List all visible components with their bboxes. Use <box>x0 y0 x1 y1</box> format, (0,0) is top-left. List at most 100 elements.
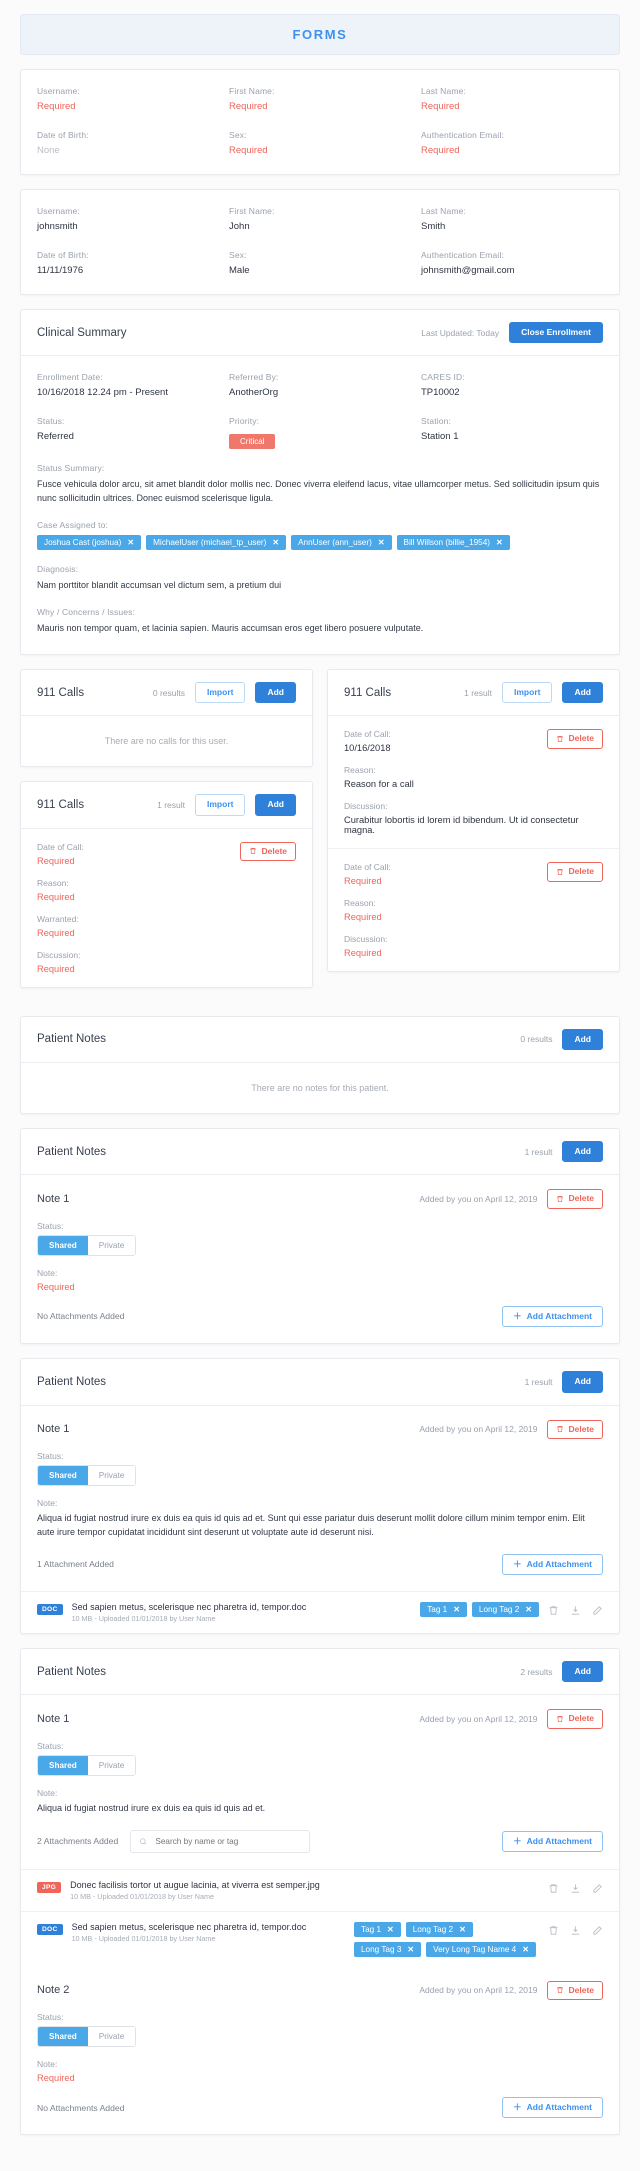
tag-chip[interactable]: Long Tag 3 ✕ <box>354 1941 422 1957</box>
status-private-option[interactable]: Private <box>87 1755 136 1775</box>
call-reason-block: Reason: Required <box>344 898 603 922</box>
add-attachment-label: Add Attachment <box>526 1835 592 1846</box>
assignee-chip[interactable]: Bill Willson (billie_1954) ✕ <box>396 535 510 551</box>
download-icon[interactable] <box>570 1883 581 1894</box>
attachment-tags: Tag 1 ✕ Long Tag 2 ✕ Long Tag 3 ✕ Very Long… <box>354 1921 539 1957</box>
close-icon[interactable]: ✕ <box>522 1945 529 1954</box>
note-item: Note 1 Added by you on April 12, 2019 De… <box>21 1406 619 1592</box>
field-label: Note: <box>37 1787 58 1798</box>
add-button[interactable]: Add <box>562 682 603 704</box>
field-value: Referred <box>37 431 74 443</box>
status-toggle[interactable]: Shared Private <box>37 1464 137 1486</box>
assignee-chip[interactable]: Joshua Cast (joshua) ✕ <box>37 535 142 551</box>
close-icon[interactable]: ✕ <box>453 1605 460 1614</box>
assignee-chip[interactable]: MichaelUser (michael_tp_user) ✕ <box>146 535 287 551</box>
tag-label: Long Tag 2 <box>478 1605 520 1615</box>
form-field: Sex: Male <box>229 250 411 276</box>
edit-icon[interactable] <box>592 1883 603 1894</box>
close-icon[interactable]: ✕ <box>525 1605 532 1614</box>
status-private-option[interactable]: Private <box>87 1235 136 1255</box>
notes-header: Patient Notes 0 results Add <box>21 1017 619 1064</box>
note-title: Note 1 <box>37 1193 70 1206</box>
close-icon[interactable]: ✕ <box>496 538 503 547</box>
delete-button[interactable]: Delete <box>547 1189 603 1209</box>
status-toggle[interactable]: Shared Private <box>37 1234 137 1256</box>
status-shared-option[interactable]: Shared <box>38 2027 88 2047</box>
status-private-option[interactable]: Private <box>87 2027 136 2047</box>
tag-chip[interactable]: Long Tag 2 ✕ <box>471 1602 539 1618</box>
assignee-chip[interactable]: AnnUser (ann_user) ✕ <box>291 535 392 551</box>
add-attachment-label: Add Attachment <box>526 1558 592 1569</box>
import-button[interactable]: Import <box>195 682 246 704</box>
field-value: John <box>229 221 250 232</box>
tag-chip[interactable]: Long Tag 2 ✕ <box>405 1921 473 1937</box>
tag-chip[interactable]: Tag 1 ✕ <box>354 1921 401 1937</box>
note-item: Note 2 Added by you on April 12, 2019 De… <box>21 1967 619 2135</box>
status-shared-option[interactable]: Shared <box>38 1465 88 1485</box>
add-button[interactable]: Add <box>562 1028 603 1051</box>
field-value: johnsmith <box>37 221 78 232</box>
attachment-row: JPG Donec facilisis tortor ut augue laci… <box>21 1868 619 1911</box>
field-value: Required <box>37 2073 75 2084</box>
call-reason-block: Reason: Required <box>37 878 296 902</box>
delete-button[interactable]: Delete <box>547 1419 603 1439</box>
form-field: Date of Birth: 11/11/1976 <box>37 250 219 276</box>
status-shared-option[interactable]: Shared <box>38 1235 88 1255</box>
field-label: First Name: <box>229 206 275 216</box>
search-input[interactable] <box>153 1835 302 1847</box>
add-button[interactable]: Add <box>255 682 296 704</box>
field-label: Reason: <box>37 877 69 888</box>
tag-chip[interactable]: Tag 1 ✕ <box>420 1602 467 1618</box>
status-shared-option[interactable]: Shared <box>38 1755 88 1775</box>
close-icon[interactable]: ✕ <box>387 1925 394 1934</box>
delete-button[interactable]: Delete <box>547 1980 603 2001</box>
form-field: Last Name: Smith <box>421 206 603 232</box>
edit-icon[interactable] <box>592 1925 603 1936</box>
field-label: Station: <box>421 416 452 427</box>
field-value: 10/16/2018 <box>344 743 391 754</box>
download-icon[interactable] <box>570 1925 581 1936</box>
assignee-label: AnnUser (ann_user) <box>298 538 372 548</box>
add-button[interactable]: Add <box>562 1141 603 1163</box>
add-button[interactable]: Add <box>562 1661 603 1683</box>
add-attachment-button[interactable]: ＋ Add Attachment <box>502 2097 603 2119</box>
delete-button[interactable]: Delete <box>240 841 296 862</box>
close-enrollment-button[interactable]: Close Enrollment <box>509 322 603 344</box>
tag-chip[interactable]: Very Long Tag Name 4 ✕ <box>426 1941 536 1957</box>
notes-title: Patient Notes <box>37 1375 107 1388</box>
note-text: Aliqua id fugiat nostrud irure ex duis e… <box>37 1802 266 1813</box>
add-attachment-button[interactable]: ＋ Add Attachment <box>502 1305 603 1328</box>
delete-button[interactable]: Delete <box>547 862 603 882</box>
trash-icon[interactable] <box>548 1883 559 1894</box>
close-icon[interactable]: ✕ <box>407 1945 414 1954</box>
import-button[interactable]: Import <box>502 682 553 704</box>
calls-header: 911 Calls 0 results Import Add <box>21 670 312 717</box>
trash-icon[interactable] <box>548 1605 559 1616</box>
add-attachment-button[interactable]: ＋ Add Attachment <box>502 1553 603 1576</box>
close-icon[interactable]: ✕ <box>127 538 134 547</box>
add-button[interactable]: Add <box>255 794 296 816</box>
call-reason-block: Reason: Reason for a call <box>344 765 603 789</box>
calls-card-empty: 911 Calls 0 results Import Add There are… <box>20 669 313 768</box>
calls-title: 911 Calls <box>344 686 392 699</box>
field-value: Required <box>344 876 382 887</box>
attachment-search[interactable] <box>130 1829 311 1853</box>
field-label: Username: <box>37 206 80 216</box>
close-icon[interactable]: ✕ <box>459 1925 466 1934</box>
delete-button[interactable]: Delete <box>547 729 603 749</box>
delete-label: Delete <box>261 845 287 856</box>
delete-button[interactable]: Delete <box>547 1709 603 1729</box>
add-button[interactable]: Add <box>562 1371 603 1393</box>
add-attachment-button[interactable]: ＋ Add Attachment <box>502 1830 603 1852</box>
close-icon[interactable]: ✕ <box>272 538 279 547</box>
field-value: Required <box>421 145 460 156</box>
trash-icon[interactable] <box>548 1925 559 1936</box>
status-private-option[interactable]: Private <box>87 1465 136 1485</box>
edit-icon[interactable] <box>592 1605 603 1616</box>
status-toggle[interactable]: Shared Private <box>37 1754 137 1776</box>
attachments-count: 2 Attachments Added <box>37 1836 119 1847</box>
status-toggle[interactable]: Shared Private <box>37 2026 137 2048</box>
download-icon[interactable] <box>570 1605 581 1616</box>
close-icon[interactable]: ✕ <box>378 538 385 547</box>
import-button[interactable]: Import <box>195 794 246 816</box>
